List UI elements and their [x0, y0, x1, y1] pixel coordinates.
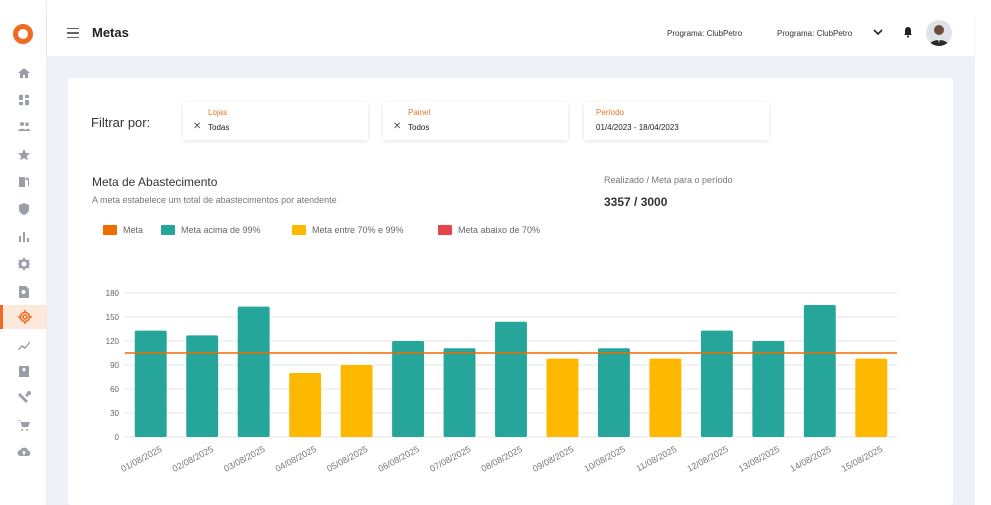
bell-icon[interactable] [902, 26, 914, 38]
x-tick-label: 12/08/2025 [685, 444, 729, 474]
y-tick-label: 120 [106, 337, 120, 346]
cloud-upload-icon[interactable] [0, 440, 47, 464]
gift-icon[interactable] [0, 386, 47, 410]
x-tick-label: 13/08/2025 [737, 444, 781, 474]
x-tick-label: 07/08/2025 [428, 444, 472, 474]
badge-icon[interactable] [0, 359, 47, 383]
bar [700, 330, 733, 437]
sidebar [0, 0, 47, 505]
bar [597, 348, 630, 437]
x-tick-label: 01/08/2025 [119, 444, 163, 474]
bar [186, 335, 219, 437]
bar-chart: 0 30 60 90 120 150 180 01/08/2025 02/08/2025 03/0… [106, 289, 897, 474]
program-label: Programa: ClubPetro [667, 29, 743, 38]
bar [237, 306, 270, 437]
chevron-down-icon[interactable] [873, 27, 883, 37]
x-tick-label: 14/08/2025 [788, 444, 832, 474]
target-icon[interactable] [0, 305, 47, 329]
star-icon[interactable] [0, 143, 47, 167]
y-tick-label: 150 [106, 313, 120, 322]
search-doc-icon[interactable] [0, 280, 47, 304]
users-icon[interactable] [0, 115, 47, 139]
home-icon[interactable] [0, 61, 47, 85]
hamburger-menu-icon[interactable] [67, 28, 79, 39]
trend-icon[interactable] [0, 333, 47, 357]
bar [495, 321, 527, 437]
shield-icon[interactable] [0, 197, 47, 221]
x-tick-label: 09/08/2025 [531, 444, 575, 474]
bar [134, 330, 167, 437]
y-tick-label: 90 [110, 361, 119, 370]
cart-icon[interactable] [0, 413, 47, 437]
y-tick-label: 0 [115, 433, 120, 442]
x-tick-label: 08/08/2025 [479, 444, 523, 474]
y-tick-label: 60 [110, 385, 119, 394]
meta-card: Filtrar por: Lojas ✕ Todas Painel ✕ Todo… [68, 78, 953, 505]
bar [546, 358, 579, 437]
bar [289, 373, 322, 437]
settings-icon[interactable] [0, 252, 47, 276]
x-tick-label: 11/08/2025 [634, 444, 678, 474]
y-tick-label: 30 [110, 409, 119, 418]
x-tick-label: 15/08/2025 [840, 444, 884, 474]
bar [649, 358, 682, 437]
x-tick-label: 02/08/2025 [171, 444, 215, 474]
dashboard-icon[interactable] [0, 88, 47, 112]
bar [443, 348, 476, 437]
bar [752, 341, 785, 437]
brand-logo[interactable] [13, 24, 33, 44]
bar-chart-icon[interactable] [0, 225, 47, 249]
x-tick-label: 04/08/2025 [274, 444, 318, 474]
page-title: Metas [92, 25, 129, 40]
x-tick-label: 10/08/2025 [582, 444, 626, 474]
fuel-icon[interactable] [0, 170, 47, 194]
bar [803, 305, 836, 437]
top-bar: Metas Programa: ClubPetro Programa: Club… [47, 10, 975, 56]
avatar[interactable] [926, 20, 952, 46]
bar [855, 358, 888, 437]
bar [392, 341, 425, 437]
program-selector[interactable]: Programa: ClubPetro [777, 29, 852, 38]
y-tick-label: 180 [106, 289, 120, 298]
x-tick-label: 05/08/2025 [325, 444, 369, 474]
x-tick-label: 03/08/2025 [222, 444, 266, 474]
x-tick-label: 06/08/2025 [377, 444, 421, 474]
bar [340, 365, 373, 437]
